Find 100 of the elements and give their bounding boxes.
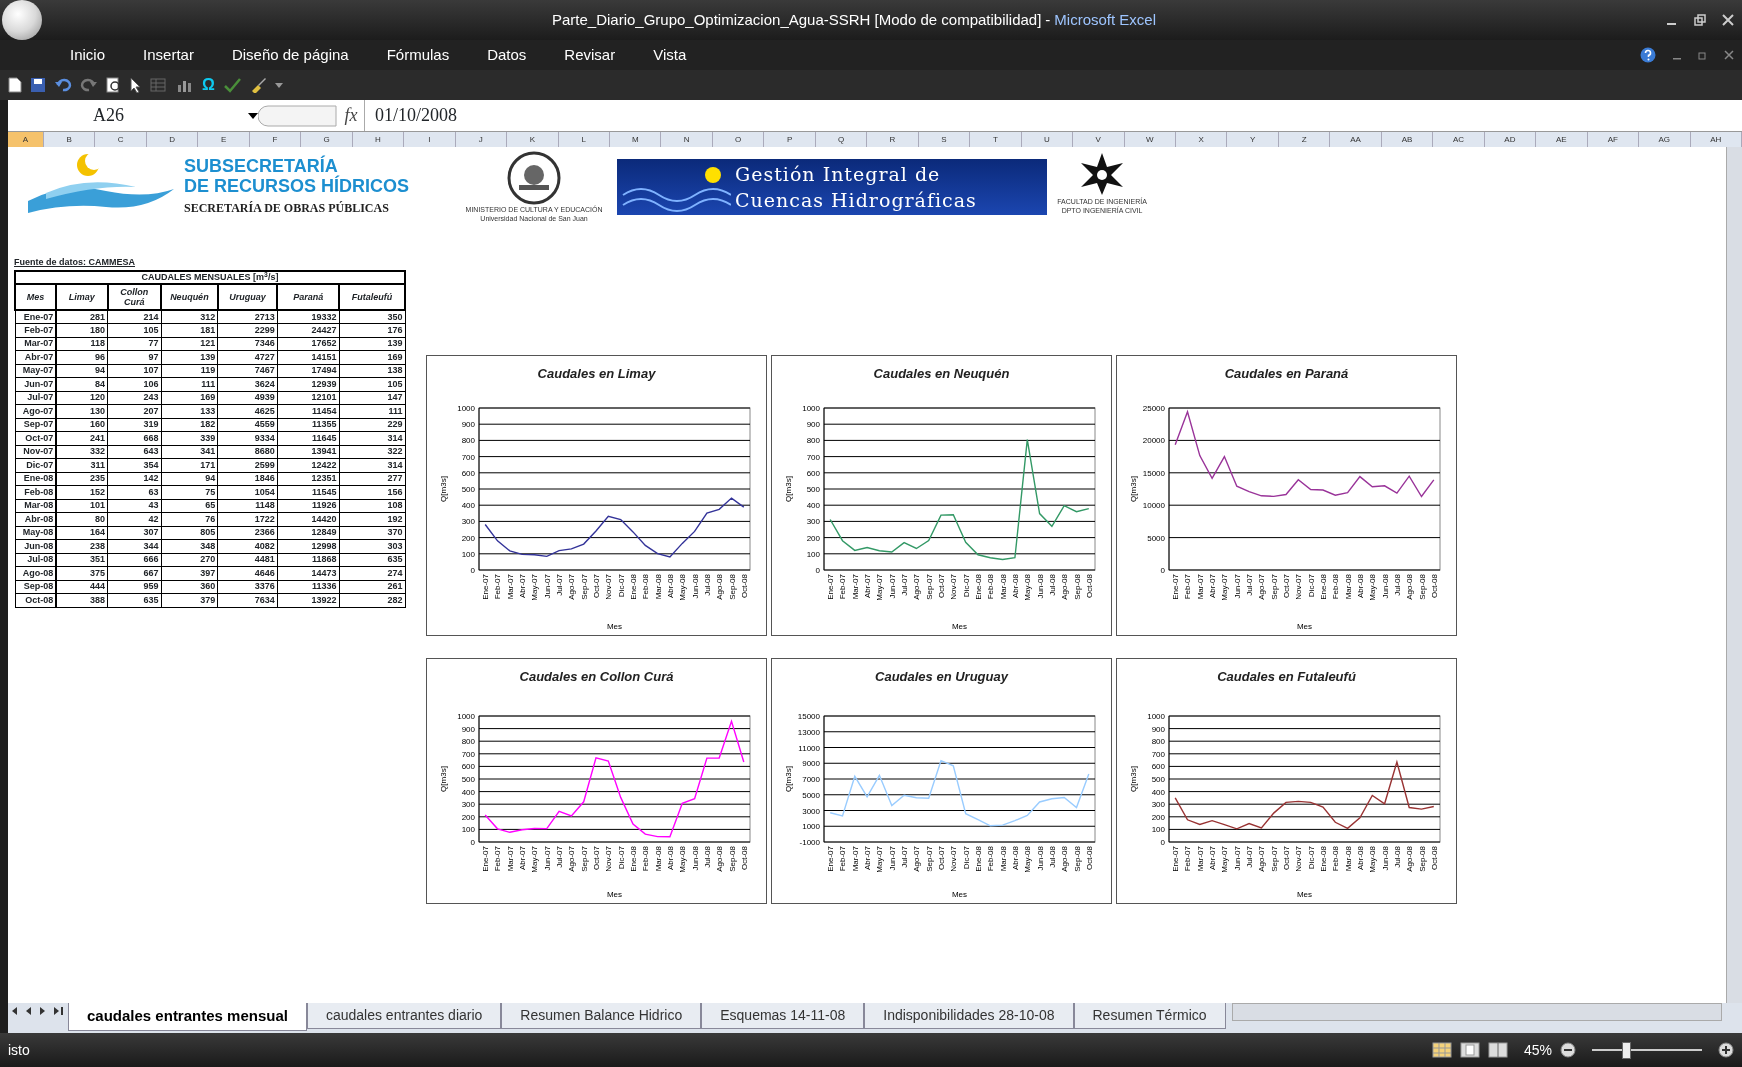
- vertical-scrollbar[interactable]: [1726, 147, 1742, 1003]
- restore-icon[interactable]: [1694, 14, 1706, 26]
- formula-field[interactable]: 01/10/2008: [364, 100, 1742, 131]
- axis-tick-label: Oct-08: [1084, 846, 1094, 870]
- table-cell: 13941: [277, 445, 340, 459]
- table-cell: 341: [161, 445, 218, 459]
- table-cell: 105: [339, 377, 405, 391]
- axis-tick-label: Mar-08: [653, 846, 663, 872]
- ribbon-tab[interactable]: Revisar: [564, 43, 636, 67]
- table-cell: 635: [107, 593, 162, 607]
- column-header[interactable]: A: [8, 132, 44, 147]
- table-cell: 108: [339, 499, 405, 513]
- table-cell: 282: [339, 593, 405, 607]
- ribbon-tab[interactable]: Vista: [653, 43, 707, 67]
- table-cell: 4559: [217, 418, 278, 432]
- axis-tick-label: Jul-08: [1392, 846, 1402, 868]
- axis-tick-label: Abr-07: [863, 846, 873, 870]
- page-break-view-icon[interactable]: [1487, 1042, 1508, 1058]
- axis-tick-label: Mar-08: [998, 846, 1008, 872]
- table-cell: Feb-07: [15, 323, 57, 337]
- ribbon-tab[interactable]: Inicio: [70, 43, 126, 67]
- axis-tick-label: Feb-08: [1331, 846, 1341, 872]
- close-icon[interactable]: [1722, 14, 1734, 26]
- axis-tick-label: Oct-08: [1084, 574, 1094, 598]
- axis-tick-label: Dic-07: [1306, 846, 1316, 870]
- table-cell: 2366: [217, 526, 278, 540]
- sheet-tab[interactable]: caudales entrantes mensual: [68, 1003, 307, 1031]
- sheet-tab[interactable]: Esquemas 14-11-08: [701, 1003, 865, 1029]
- ribbon-tab[interactable]: Insertar: [143, 43, 214, 67]
- new-document-icon[interactable]: [8, 77, 22, 93]
- undo-icon[interactable]: [54, 77, 72, 93]
- page-layout-view-icon[interactable]: [1459, 1042, 1480, 1058]
- axis-tick-label: -1000: [799, 838, 820, 847]
- pointer-icon[interactable]: [130, 77, 142, 93]
- table-cell: 14473: [277, 566, 340, 580]
- table-cell: Feb-08: [15, 485, 57, 499]
- insert-function-button[interactable]: fx: [338, 102, 364, 129]
- table-cell: 139: [161, 350, 218, 364]
- zoom-in-icon[interactable]: [1718, 1042, 1734, 1058]
- ribbon-tab[interactable]: Datos: [487, 43, 547, 67]
- axis-tick-label: 25000: [1142, 404, 1165, 413]
- axis-tick-label: Ago-07: [1257, 574, 1267, 600]
- symbol-button[interactable]: Ω: [202, 73, 215, 97]
- axis-tick-label: 900: [461, 724, 475, 734]
- table-cell: 180: [56, 323, 108, 337]
- office-button[interactable]: [2, 0, 42, 40]
- axis-title: Mes: [1296, 890, 1313, 899]
- sheet-tab[interactable]: caudales entrantes diario: [306, 1003, 502, 1029]
- table-cell: 351: [56, 553, 108, 567]
- spell-check-icon[interactable]: [222, 77, 241, 93]
- axis-tick-label: Sep-07: [1269, 574, 1279, 600]
- axis-tick-label: Jun-07: [542, 574, 552, 599]
- axis-tick-label: 500: [461, 775, 475, 784]
- ribbon-tab[interactable]: Fórmulas: [386, 43, 470, 67]
- save-icon[interactable]: [30, 77, 46, 93]
- table-cell: 274: [339, 566, 405, 580]
- close-icon[interactable]: [1724, 50, 1734, 60]
- table-cell: 139: [339, 337, 405, 351]
- table-cell: Sep-08: [15, 580, 57, 594]
- horizontal-scrollbar[interactable]: [1231, 1003, 1722, 1021]
- axis-tick-label: Ago-08: [715, 846, 725, 872]
- axis-title: Mes: [1296, 622, 1313, 631]
- axis-tick-label: Feb-07: [493, 846, 503, 872]
- axis-tick-label: 400: [1151, 787, 1165, 797]
- agency-name: SUBSECRETARÍA: [184, 155, 338, 176]
- axis-tick-label: Abr-08: [1010, 574, 1020, 598]
- print-preview-icon[interactable]: [106, 77, 122, 93]
- axis-tick-label: Mar-08: [653, 574, 663, 600]
- table-cell: 8680: [217, 445, 278, 459]
- table-cell: 805: [161, 526, 218, 540]
- table-cell: 169: [161, 391, 218, 405]
- zoom-slider-thumb[interactable]: [1622, 1041, 1632, 1059]
- axis-tick-label: Jun-08: [1380, 846, 1390, 871]
- table-cell: 12939: [277, 377, 340, 391]
- axis-tick-label: Oct-08: [1429, 574, 1439, 598]
- axis-tick-label: 300: [461, 800, 475, 810]
- table-cell: 77: [107, 337, 162, 351]
- table-cell: 379: [161, 593, 218, 607]
- zoom-out-icon[interactable]: [1560, 1042, 1576, 1058]
- zoom-level[interactable]: 45%: [1523, 1039, 1552, 1061]
- redo-icon[interactable]: [80, 77, 98, 93]
- normal-view-icon[interactable]: [1431, 1042, 1452, 1058]
- table-cell: 164: [56, 526, 108, 540]
- dropdown-caret-icon[interactable]: [248, 111, 258, 120]
- axis-title: Q[m3s]: [1129, 766, 1138, 792]
- help-icon[interactable]: [1640, 47, 1656, 63]
- name-box[interactable]: A26: [8, 102, 258, 129]
- axis-tick-label: Jun-07: [887, 846, 897, 871]
- axis-tick-label: Abr-08: [1010, 846, 1020, 870]
- axis-tick-label: Feb-07: [1183, 846, 1193, 872]
- table-cell: 643: [107, 445, 162, 459]
- sheet-tab[interactable]: Indisponibilidades 28-10-08: [864, 1003, 1074, 1029]
- table-cell: 12998: [277, 539, 340, 553]
- axis-tick-label: 0: [1160, 566, 1165, 575]
- axis-tick-label: Jul-08: [1392, 574, 1402, 596]
- ribbon-tab[interactable]: Diseño de página: [231, 43, 369, 67]
- axis-tick-label: Abr-07: [518, 846, 528, 870]
- sheet-tab[interactable]: Resumen Balance Hidrico: [501, 1003, 702, 1029]
- sheet-tab[interactable]: Resumen Térmico: [1073, 1003, 1226, 1029]
- table-cell: 314: [339, 458, 405, 472]
